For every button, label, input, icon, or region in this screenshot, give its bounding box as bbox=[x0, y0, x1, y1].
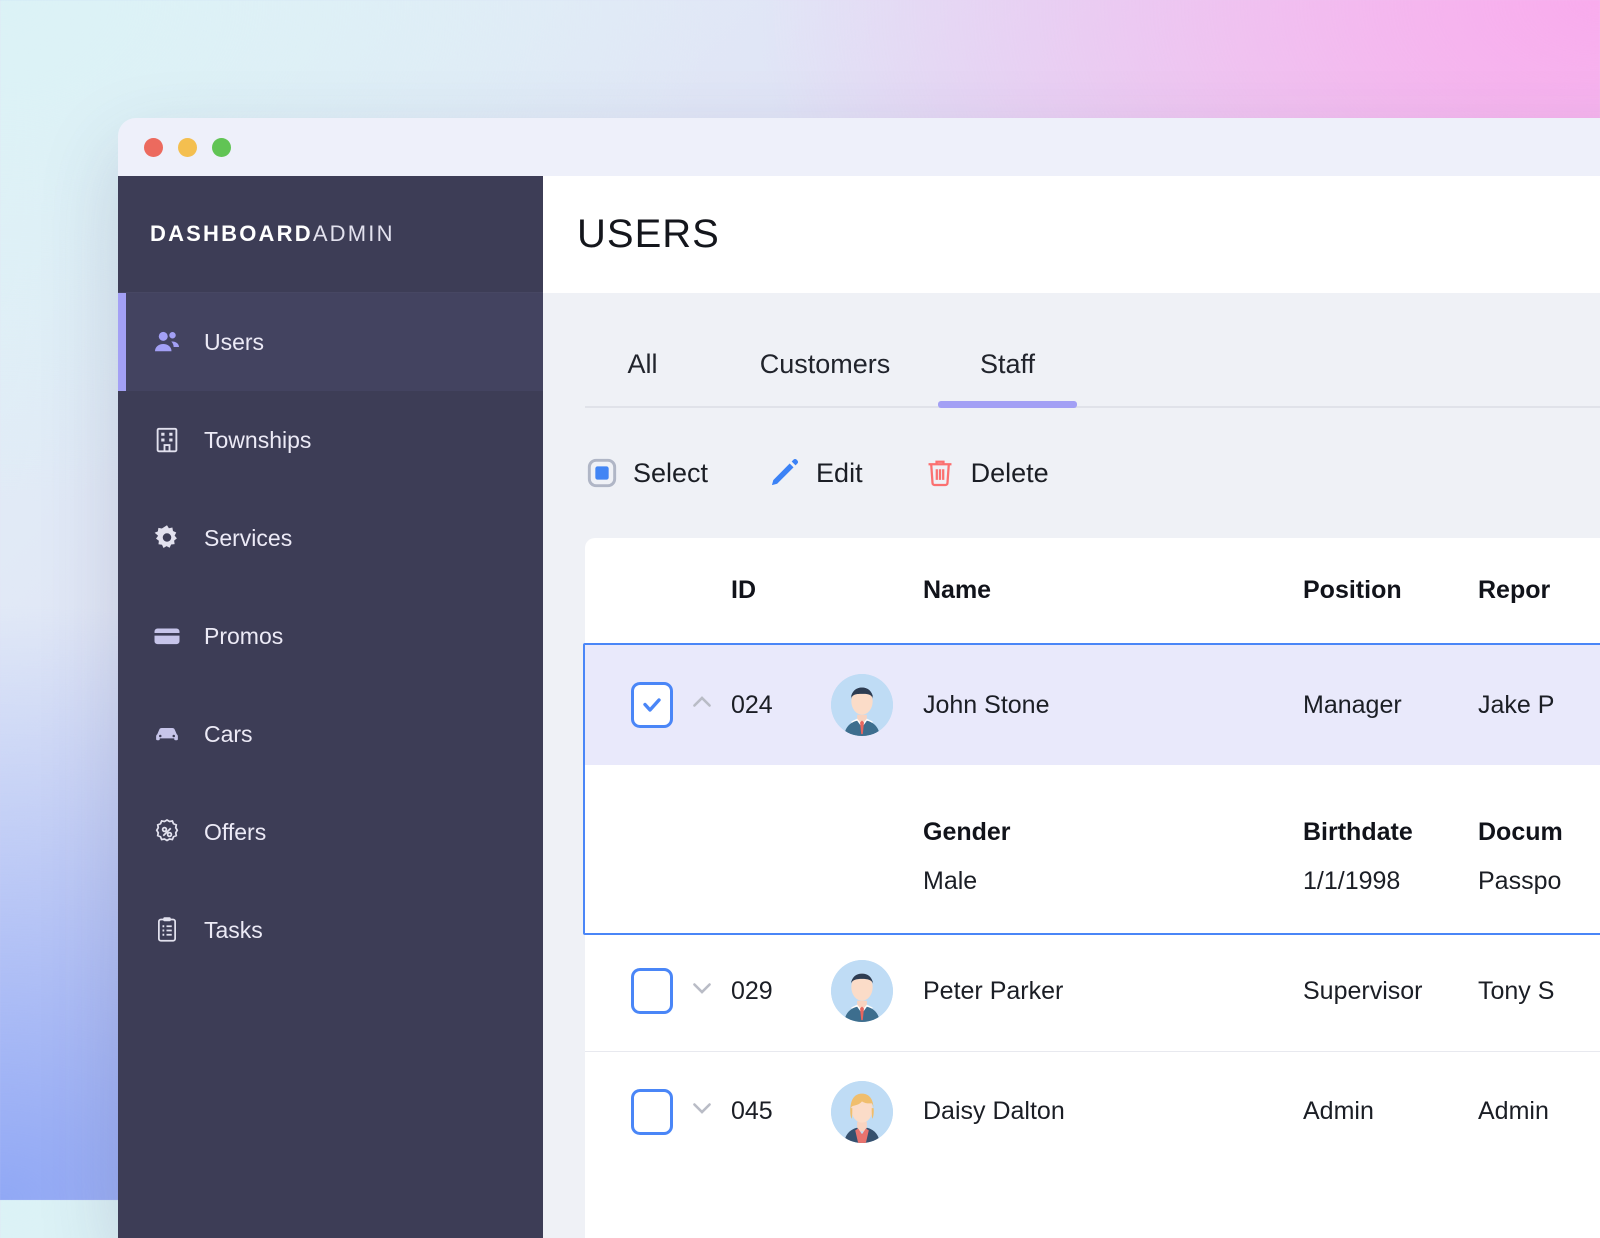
column-header-name: Name bbox=[923, 576, 992, 604]
detail-gender: Male bbox=[923, 867, 978, 895]
percent-badge-icon bbox=[150, 815, 184, 849]
detail-header-row: Gender Birthdate Docum bbox=[585, 765, 1600, 853]
page-title: USERS bbox=[577, 212, 720, 256]
sidebar-item-users[interactable]: Users bbox=[118, 293, 543, 391]
column-header-reports: Repor bbox=[1478, 576, 1551, 604]
zoom-button[interactable] bbox=[212, 137, 231, 157]
sidebar-item-tasks[interactable]: Tasks bbox=[118, 881, 543, 979]
sidebar-item-offers[interactable]: Offers bbox=[118, 783, 543, 881]
tab-label: Staff bbox=[979, 349, 1036, 379]
main-content: USERS All Customers Staff Select Edit De… bbox=[543, 176, 1600, 1238]
tab-staff[interactable]: Staff bbox=[938, 349, 1077, 408]
sidebar: DASHBOARDADMIN Users Townships Services bbox=[118, 176, 543, 1238]
chevron-down-icon[interactable] bbox=[688, 974, 716, 1009]
page-header: USERS bbox=[543, 176, 1600, 293]
detail-header-birthdate: Birthdate bbox=[1303, 818, 1413, 846]
sidebar-item-label: Tasks bbox=[204, 916, 263, 943]
close-button[interactable] bbox=[144, 137, 163, 157]
edit-label: Edit bbox=[816, 457, 863, 488]
cell-position: Admin bbox=[1303, 1097, 1374, 1125]
cell-name: Daisy Dalton bbox=[923, 1097, 1065, 1125]
users-table: ID Name Position Repor 024 John Stone Ma… bbox=[583, 538, 1600, 1238]
sidebar-item-services[interactable]: Services bbox=[118, 489, 543, 587]
column-header-position: Position bbox=[1303, 576, 1402, 604]
row-checkbox[interactable] bbox=[631, 682, 673, 728]
minimize-button[interactable] bbox=[178, 137, 197, 157]
cell-reports: Tony S bbox=[1478, 976, 1555, 1005]
sidebar-item-label: Offers bbox=[204, 818, 267, 845]
users-icon bbox=[150, 325, 184, 359]
app-window: DASHBOARDADMIN Users Townships Services bbox=[118, 118, 1600, 1238]
detail-birthdate: 1/1/1998 bbox=[1303, 867, 1401, 895]
select-button[interactable]: Select bbox=[585, 456, 708, 490]
brand-bold: DASHBOARD bbox=[150, 221, 313, 246]
sidebar-item-label: Townships bbox=[204, 426, 312, 453]
chevron-down-icon[interactable] bbox=[688, 1094, 716, 1129]
detail-value-row: Male 1/1/1998 Passpo bbox=[585, 853, 1600, 933]
sidebar-item-label: Services bbox=[204, 524, 293, 551]
tab-customers[interactable]: Customers bbox=[700, 349, 950, 408]
sidebar-item-promos[interactable]: Promos bbox=[118, 587, 543, 685]
table-row[interactable]: 029 Peter Parker Supervisor Tony S bbox=[585, 931, 1600, 1051]
table-row[interactable]: 024 John Stone Manager Jake P bbox=[585, 645, 1600, 765]
sidebar-item-cars[interactable]: Cars bbox=[118, 685, 543, 783]
sidebar-item-label: Users bbox=[204, 328, 265, 355]
tab-all[interactable]: All bbox=[585, 349, 700, 408]
tab-label: Customers bbox=[759, 349, 891, 379]
select-icon bbox=[585, 456, 619, 490]
tab-bar: All Customers Staff bbox=[543, 293, 1600, 408]
edit-button[interactable]: Edit bbox=[768, 456, 863, 490]
cell-reports: Admin bbox=[1478, 1097, 1549, 1125]
delete-label: Delete bbox=[970, 457, 1049, 488]
cell-reports: Jake P bbox=[1478, 690, 1555, 719]
cell-name: John Stone bbox=[923, 690, 1050, 719]
detail-header-document: Docum bbox=[1478, 818, 1563, 846]
select-label: Select bbox=[633, 457, 709, 488]
sidebar-item-label: Cars bbox=[204, 720, 253, 747]
expanded-row-wrapper: 024 John Stone Manager Jake P Gender Bir… bbox=[583, 643, 1600, 935]
brand-light: ADMIN bbox=[312, 221, 395, 246]
table-header-row: ID Name Position Repor bbox=[585, 538, 1600, 643]
row-detail-panel: Gender Birthdate Docum Male 1/1/1998 Pas… bbox=[585, 765, 1600, 933]
trash-icon bbox=[923, 456, 957, 490]
brand-logo: DASHBOARD ADMIN bbox=[118, 176, 543, 293]
clipboard-icon bbox=[150, 913, 184, 947]
avatar bbox=[831, 960, 893, 1022]
table-row[interactable]: 045 Daisy Dalton Admin Admin bbox=[585, 1051, 1600, 1171]
detail-document: Passpo bbox=[1478, 867, 1562, 895]
detail-header-gender: Gender bbox=[923, 818, 1011, 846]
gear-icon bbox=[150, 521, 184, 555]
window-titlebar bbox=[118, 118, 1600, 176]
avatar bbox=[831, 1080, 893, 1143]
cell-position: Supervisor bbox=[1303, 976, 1423, 1005]
pencil-icon bbox=[768, 456, 802, 490]
chevron-up-icon[interactable] bbox=[688, 688, 716, 723]
sidebar-item-townships[interactable]: Townships bbox=[118, 391, 543, 489]
building-icon bbox=[150, 423, 184, 457]
cell-id: 029 bbox=[731, 976, 773, 1005]
cell-id: 024 bbox=[731, 690, 773, 719]
cell-name: Peter Parker bbox=[923, 976, 1064, 1005]
cell-position: Manager bbox=[1303, 690, 1402, 719]
car-icon bbox=[150, 717, 184, 751]
card-icon bbox=[150, 619, 184, 653]
cell-id: 045 bbox=[731, 1097, 773, 1125]
action-toolbar: Select Edit Delete bbox=[543, 408, 1600, 538]
row-checkbox[interactable] bbox=[631, 1088, 673, 1135]
avatar bbox=[831, 674, 893, 736]
row-checkbox[interactable] bbox=[631, 968, 673, 1014]
sidebar-item-label: Promos bbox=[204, 622, 284, 649]
tab-label: All bbox=[627, 349, 658, 379]
delete-button[interactable]: Delete bbox=[923, 456, 1049, 490]
column-header-id: ID bbox=[731, 576, 756, 604]
